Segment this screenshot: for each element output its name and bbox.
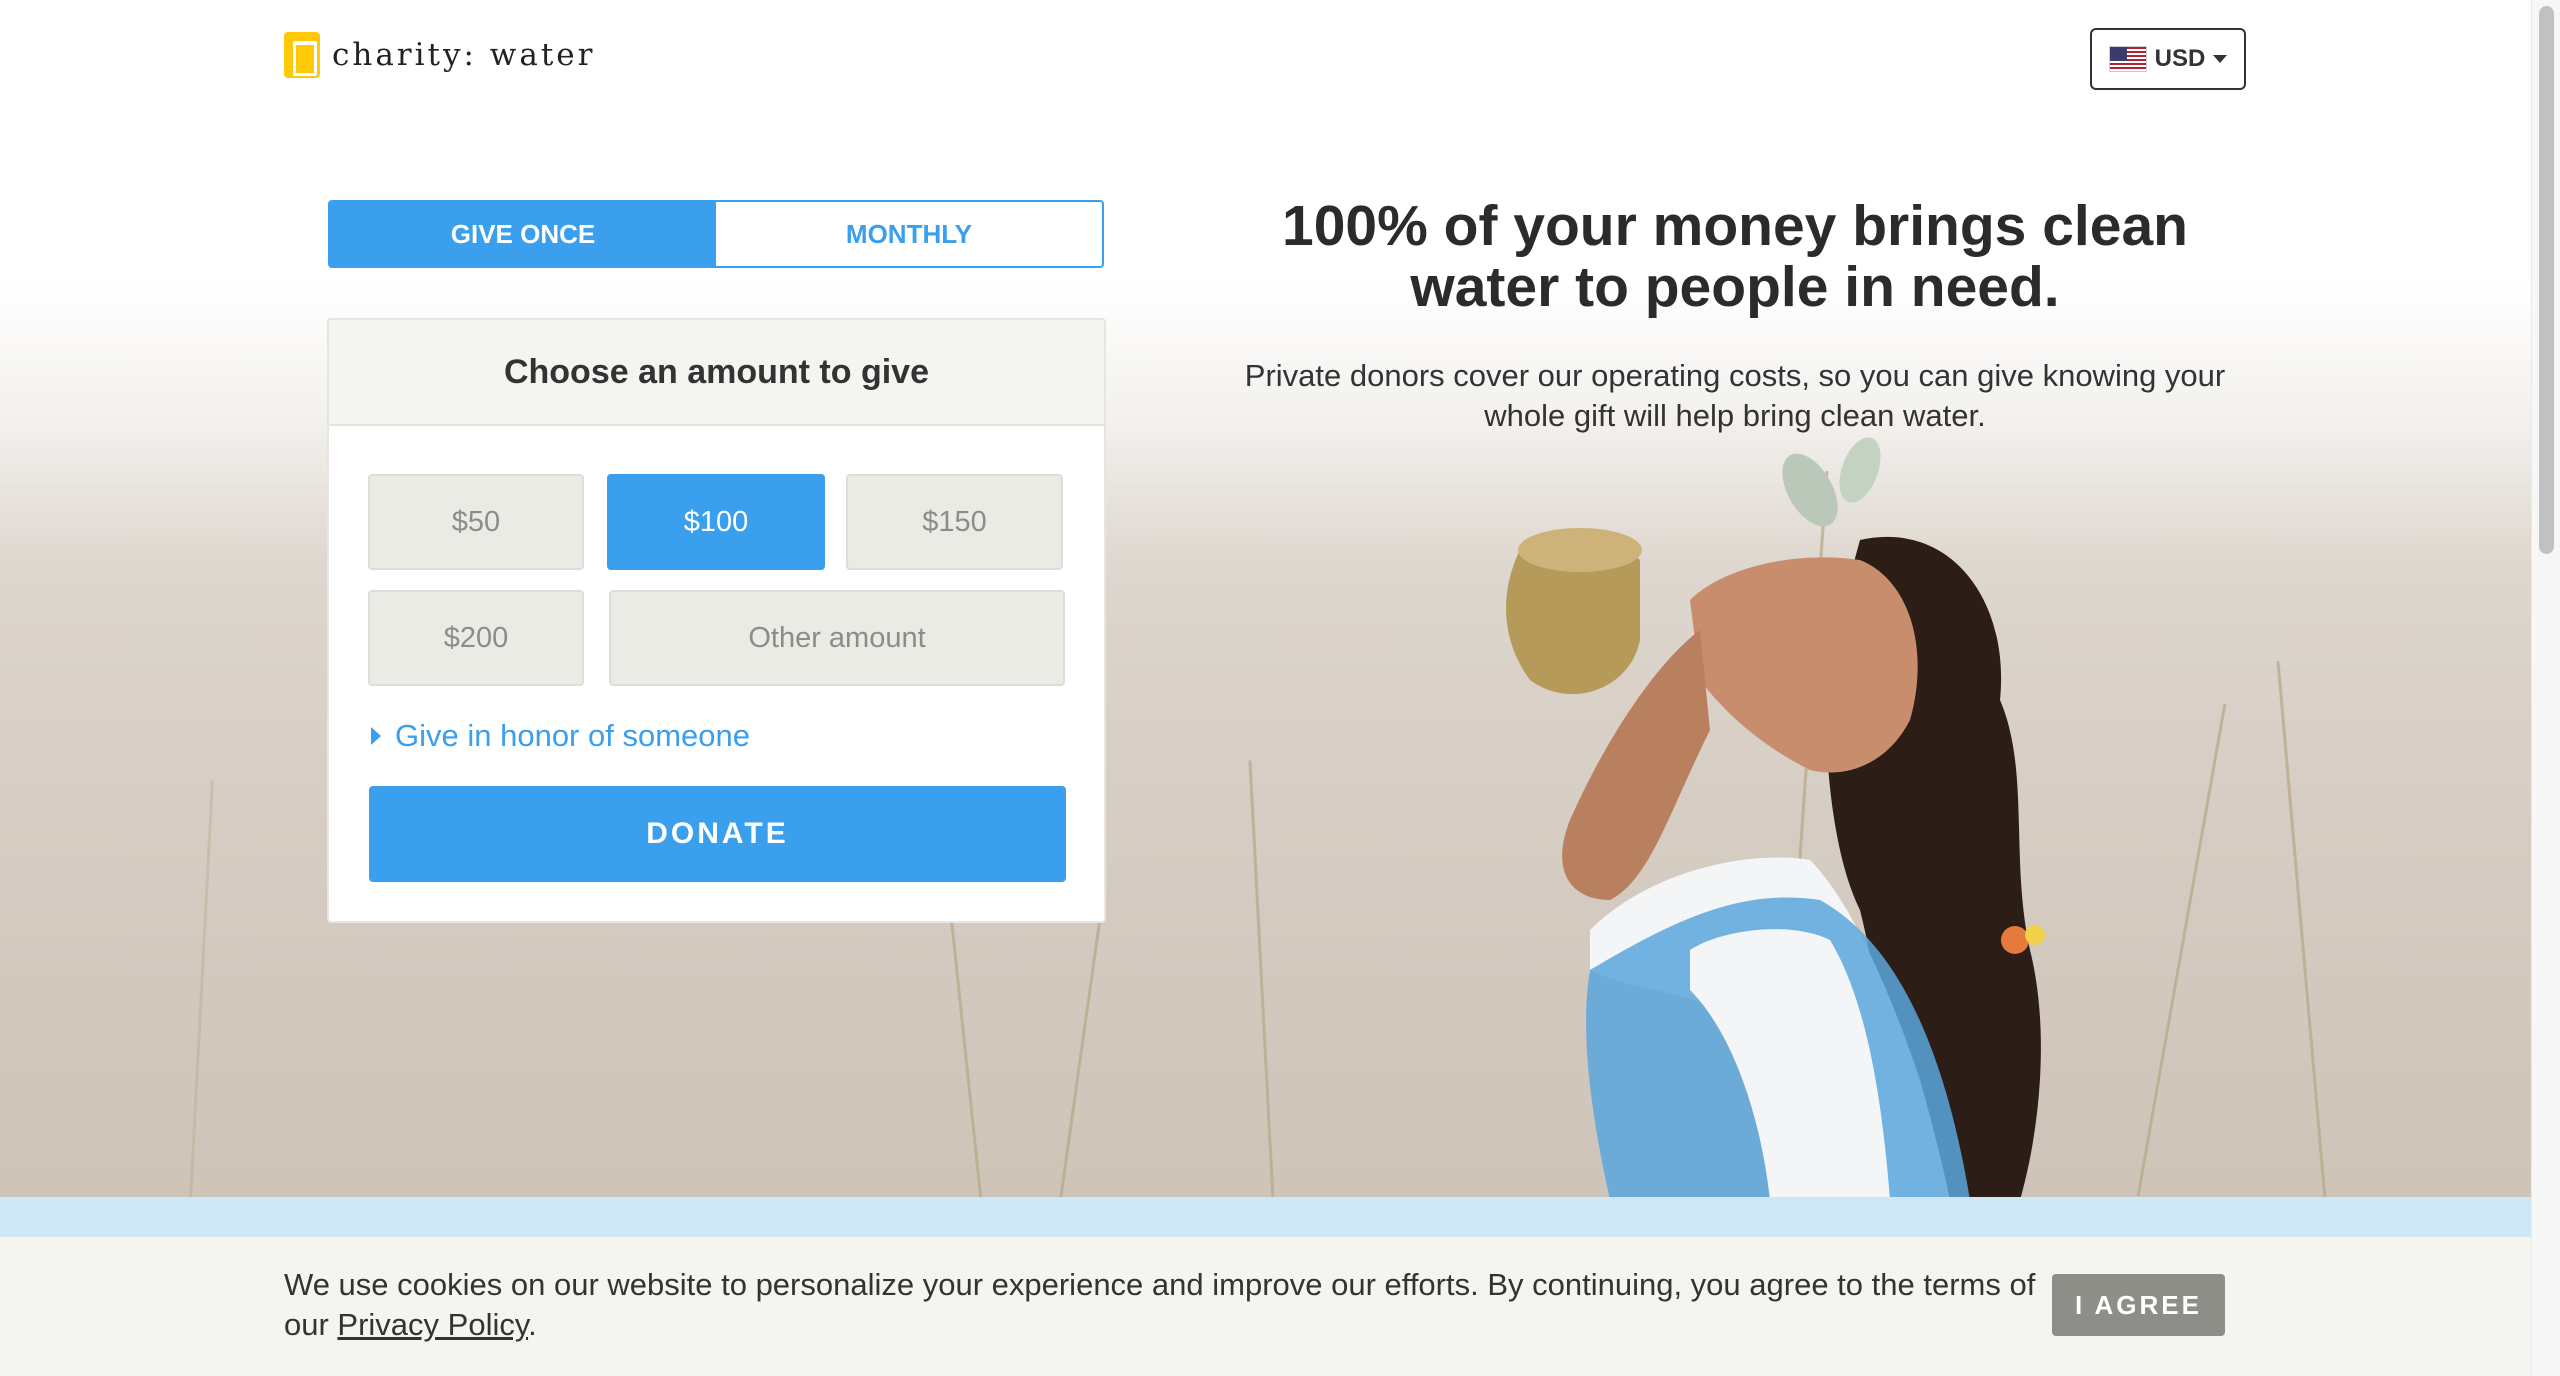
hero-subline: Private donors cover our operating costs… — [1244, 358, 2226, 433]
tab-give-once[interactable]: GIVE ONCE — [330, 202, 716, 266]
us-flag-icon — [2108, 46, 2147, 72]
caret-down-icon — [2213, 55, 2228, 63]
hero-headline: 100% of your money brings clean water to… — [1282, 194, 2188, 319]
logo-text: charity: water — [332, 37, 596, 73]
page-scrollbar[interactable] — [2531, 0, 2560, 1376]
girl-drinking-water-photo — [1506, 437, 2045, 1197]
donate-button[interactable]: DONATE — [369, 786, 1066, 882]
donation-card-title: Choose an amount to give — [329, 320, 1104, 426]
site-header: charity: water USD — [0, 0, 2531, 120]
cookie-text-before: We use cookies on our website to persona… — [284, 1267, 2036, 1342]
amount-150-button[interactable]: $150 — [846, 474, 1063, 570]
i-agree-button[interactable]: I AGREE — [2052, 1274, 2225, 1336]
donation-frequency-tabs: GIVE ONCE MONTHLY — [328, 200, 1104, 268]
triangle-right-icon — [371, 727, 381, 745]
donation-card: Choose an amount to give $50 $100 $150 $… — [327, 318, 1106, 923]
scrollbar-thumb[interactable] — [2539, 6, 2554, 554]
section-divider-strip — [0, 1197, 2531, 1237]
amount-100-button[interactable]: $100 — [607, 474, 825, 570]
amount-50-button[interactable]: $50 — [368, 474, 584, 570]
give-in-honor-toggle[interactable]: Give in honor of someone — [371, 718, 750, 754]
other-amount-input[interactable]: Other amount — [609, 590, 1065, 686]
amount-200-button[interactable]: $200 — [368, 590, 584, 686]
currency-selector[interactable]: USD — [2090, 28, 2246, 90]
jerrycan-icon — [284, 32, 320, 78]
cookie-text-after: . — [528, 1307, 537, 1342]
give-in-honor-label: Give in honor of someone — [395, 718, 750, 753]
currency-label: USD — [2154, 45, 2206, 72]
cookie-banner: We use cookies on our website to persona… — [0, 1237, 2531, 1376]
privacy-policy-link[interactable]: Privacy Policy — [337, 1307, 528, 1342]
cookie-message: We use cookies on our website to persona… — [284, 1265, 2044, 1345]
charity-water-logo[interactable]: charity: water — [284, 32, 595, 78]
tab-monthly[interactable]: MONTHLY — [716, 202, 1102, 266]
